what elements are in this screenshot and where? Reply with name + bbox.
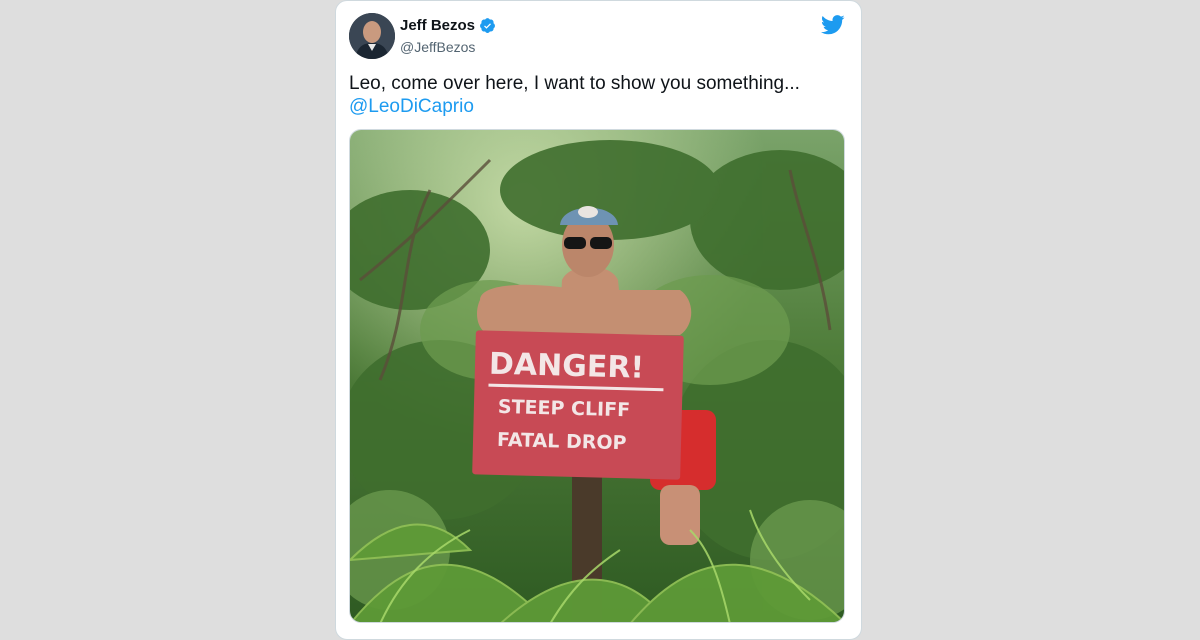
twitter-bird-icon[interactable] bbox=[820, 15, 845, 35]
tweet-photo[interactable]: DANGER! STEEP CLIFF FATAL DROP bbox=[349, 129, 845, 623]
author-display-name[interactable]: Jeff Bezos bbox=[400, 17, 475, 34]
sign-line-1: DANGER! bbox=[489, 347, 645, 386]
tweet-text: Leo, come over here, I want to show you … bbox=[349, 72, 849, 118]
author-name-row[interactable]: Jeff Bezos bbox=[400, 17, 496, 34]
author-handle[interactable]: @JeffBezos bbox=[400, 39, 475, 55]
mention-link[interactable]: @LeoDiCaprio bbox=[349, 95, 849, 118]
avatar[interactable] bbox=[349, 13, 395, 59]
jungle-photo: DANGER! STEEP CLIFF FATAL DROP bbox=[350, 130, 844, 622]
sign-line-3: FATAL DROP bbox=[497, 429, 627, 454]
tweet-card[interactable]: Jeff Bezos @JeffBezos Leo, come over her… bbox=[335, 0, 862, 640]
tweet-body-text: Leo, come over here, I want to show you … bbox=[349, 73, 800, 94]
sign-line-2: STEEP CLIFF bbox=[498, 396, 631, 421]
avatar-image bbox=[349, 13, 395, 59]
verified-badge-icon bbox=[479, 17, 496, 34]
danger-sign: DANGER! STEEP CLIFF FATAL DROP bbox=[472, 330, 684, 480]
